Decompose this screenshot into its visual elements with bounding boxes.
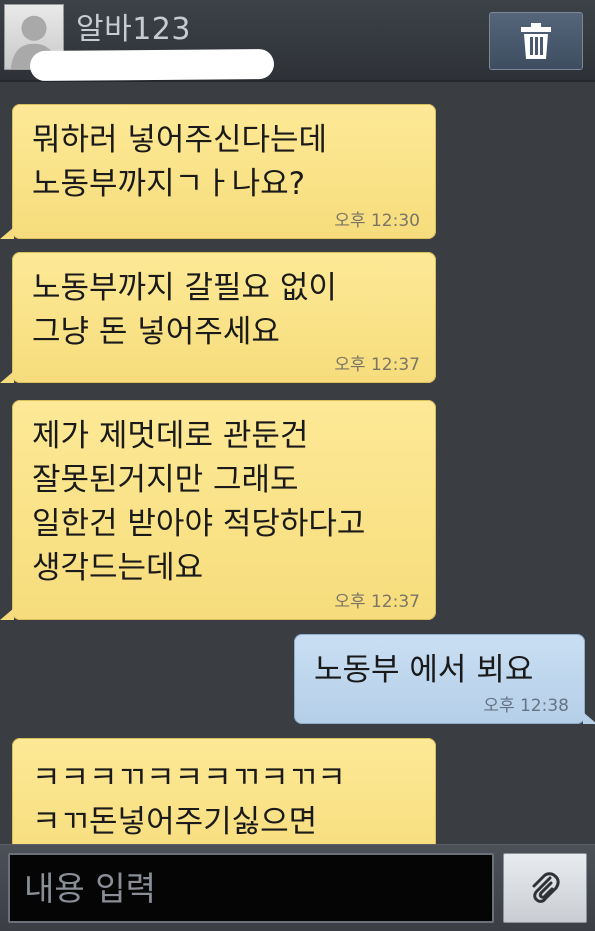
message-text: ㅋㅋㅋㄲㅋㅋㅋㄲㅋㄲㅋ ㅋㄲ돈넣어주기싫으면 (32, 760, 346, 840)
message-bubble-incoming[interactable]: ㅋㅋㅋㄲㅋㅋㅋㄲㅋㄲㅋ ㅋㄲ돈넣어주기싫으면 (12, 738, 436, 844)
message-timestamp: 오후 12:37 (334, 592, 420, 612)
message-text: 노동부까지 갈필요 없이 그냥 돈 넣어주세요 (32, 270, 337, 350)
message-text: 제가 제멋데로 관둔건 잘못된거지만 그래도 일한건 받아야 적당하다고 생각드… (32, 418, 366, 586)
paperclip-icon (532, 872, 560, 903)
message-bubble-incoming[interactable]: 노동부까지 갈필요 없이 그냥 돈 넣어주세요 오후 12:37 (0, 252, 436, 383)
contact-name: 알바123 (76, 12, 191, 47)
message-timestamp: 오후 12:30 (334, 211, 420, 231)
message-thread[interactable]: 뭐하러 넣어주신다는데 노동부까지ㄱㅏ나요? 오후 12:30 노동부까지 갈필… (0, 84, 595, 844)
message-input[interactable] (8, 853, 494, 923)
message-bubble-outgoing[interactable]: 노동부 에서 뵈요 오후 12:38 (294, 634, 595, 724)
redacted-phone-number (29, 48, 275, 82)
messaging-app: 알바123 뭐하러 넣어주신다는데 노동부까지ㄱㅏ나요? 오후 12:30 노동… (0, 0, 595, 931)
message-bubble-incoming[interactable]: 뭐하러 넣어주신다는데 노동부까지ㄱㅏ나요? 오후 12:30 (0, 104, 436, 239)
message-text: 뭐하러 넣어주신다는데 노동부까지ㄱㅏ나요? (32, 122, 328, 202)
trash-icon (521, 23, 551, 59)
message-timestamp: 오후 12:38 (483, 696, 569, 716)
message-composer (0, 844, 595, 931)
message-text: 노동부 에서 뵈요 (314, 652, 534, 688)
message-bubble-incoming[interactable]: 제가 제멋데로 관둔건 잘못된거지만 그래도 일한건 받아야 적당하다고 생각드… (0, 400, 436, 620)
delete-thread-button[interactable] (489, 12, 583, 70)
message-timestamp: 오후 12:37 (334, 355, 420, 375)
attach-button[interactable] (503, 853, 587, 923)
conversation-header: 알바123 (0, 0, 595, 82)
